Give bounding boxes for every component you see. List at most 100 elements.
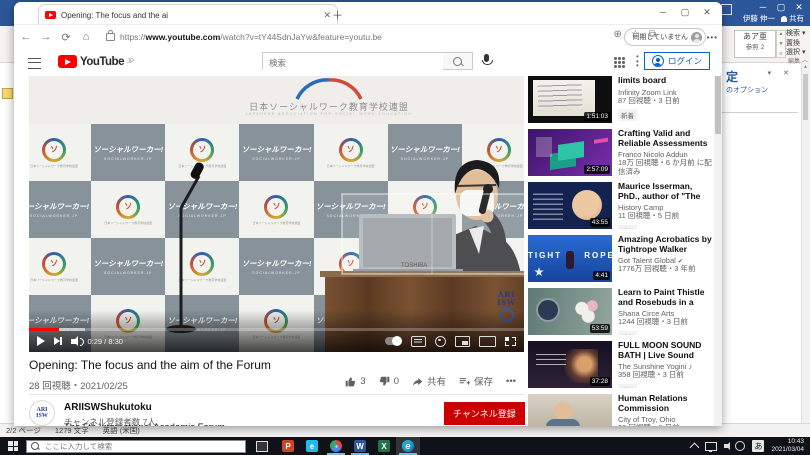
like-button[interactable]: 3 xyxy=(345,376,365,387)
divider xyxy=(29,394,524,395)
ime-mode-indicator[interactable]: あ xyxy=(752,440,764,452)
taskbar-search[interactable] xyxy=(26,440,246,453)
browser-maximize-button[interactable]: ▢ xyxy=(674,4,696,20)
home-icon[interactable]: ⌂ xyxy=(78,29,94,45)
search-input[interactable] xyxy=(263,55,443,71)
dislike-button[interactable]: 0 xyxy=(379,376,399,387)
video-title: Learn to Paint Thistle and Rosebuds in a… xyxy=(618,288,712,307)
style-gallery-scroll[interactable]: ▲▼≡ xyxy=(776,30,786,58)
browser-menu-icon[interactable]: ••• xyxy=(707,33,718,42)
chrome-icon[interactable] xyxy=(324,437,348,455)
subtitles-icon[interactable] xyxy=(411,336,426,347)
fullscreen-icon[interactable] xyxy=(505,337,516,346)
excel-icon[interactable]: X xyxy=(372,437,396,455)
page-scrollbar[interactable] xyxy=(714,48,722,426)
menu-icon[interactable] xyxy=(28,58,41,69)
more-actions-icon[interactable]: ••• xyxy=(506,376,516,387)
taskbar-search-input[interactable] xyxy=(43,441,241,452)
display-icon[interactable] xyxy=(705,442,717,451)
subscribe-button[interactable]: チャンネル登録 xyxy=(444,402,525,425)
word-replace-button[interactable]: 置換 xyxy=(786,39,808,49)
video-thumbnail[interactable]: 43:55 xyxy=(528,182,612,229)
tab-close-icon[interactable]: ✕ xyxy=(323,10,331,21)
taskbar-clock[interactable]: 10:43 2021/03/04 xyxy=(771,438,804,454)
internet-explorer-icon[interactable]: e xyxy=(300,437,324,455)
video-thumbnail[interactable]: 37:28 xyxy=(528,341,612,388)
profile-button[interactable]: 同期していません xyxy=(624,28,706,46)
video-thumbnail[interactable]: 1:14:47 xyxy=(528,394,612,426)
new-tab-button[interactable]: ＋ xyxy=(332,7,343,23)
browser-close-button[interactable]: ✕ xyxy=(696,4,718,20)
login-button[interactable]: ログイン xyxy=(644,52,710,70)
word-close-button[interactable]: ✕ xyxy=(792,0,806,14)
apps-grid-icon[interactable] xyxy=(614,57,625,68)
speaker-icon[interactable] xyxy=(724,444,728,448)
word-scrollbar[interactable]: ▲ xyxy=(801,62,810,424)
video-thumbnail[interactable]: TIGHT ROPE4:41 xyxy=(528,235,612,282)
tray-app-icon[interactable] xyxy=(735,441,745,451)
edge-icon[interactable]: e xyxy=(396,437,420,455)
word-find-button[interactable]: 検索 ▾ xyxy=(786,29,808,39)
word-icon[interactable]: W xyxy=(348,437,372,455)
suggestion-video[interactable]: 1:14:47Human Relations Commission Commun… xyxy=(528,394,712,426)
suggestion-video[interactable]: 1:51:03limits boardInfinity Zoom Link87 … xyxy=(528,76,712,123)
word-ribbon-display-icon[interactable] xyxy=(721,4,732,15)
word-minimize-button[interactable]: ─ xyxy=(756,0,770,14)
search-icon xyxy=(31,442,39,450)
forward-icon[interactable]: → xyxy=(38,29,54,45)
youtube-logo[interactable]: YouTube JP xyxy=(58,55,134,68)
suggestion-video[interactable]: 53:59 Learn to Paint Thistle and Rosebuds… xyxy=(528,288,712,335)
sync-status: 同期していません xyxy=(632,32,688,42)
word-language[interactable]: 英語 (米国) xyxy=(103,425,140,436)
video-player[interactable]: ソ日本ソーシャルワーク教育学校連盟ソーシャルワーカー!SOCIALWORKER.… xyxy=(29,76,524,352)
browser-window-controls: ─ ▢ ✕ xyxy=(652,4,718,20)
suggestion-video[interactable]: 37:28FULL MOON SOUND BATH | Live Sound J… xyxy=(528,341,712,388)
word-pane-controls[interactable]: ▾ ✕ xyxy=(768,69,794,77)
theater-mode-icon[interactable] xyxy=(479,336,496,347)
search-button[interactable] xyxy=(443,52,473,70)
share-button[interactable]: 共有 xyxy=(412,374,446,388)
more-options-icon[interactable]: ••• xyxy=(636,55,639,69)
suggestion-video[interactable]: 43:55Maurice Isserman, PhD., author of "… xyxy=(528,182,712,229)
address-bar[interactable]: https://www.youtube.com/watch?v=tY44SdnJ… xyxy=(100,28,578,46)
next-icon[interactable] xyxy=(54,337,62,345)
video-thumbnail[interactable]: 2:57:09 xyxy=(528,129,612,176)
word-style-gallery[interactable]: あア亜 参照 2 xyxy=(734,30,776,58)
settings-gear-icon[interactable] xyxy=(435,336,446,347)
suggestion-video[interactable]: TIGHT ROPE4:41Amazing Acrobatics by Tigh… xyxy=(528,235,712,282)
word-maximize-button[interactable]: ▢ xyxy=(774,0,788,14)
word-share-button[interactable]: 共有 xyxy=(781,13,804,24)
video-thumbnail[interactable]: 1:51:03 xyxy=(528,76,612,123)
save-button[interactable]: 保存 xyxy=(459,374,493,388)
scroll-up-icon[interactable]: ▲ xyxy=(803,64,808,70)
hidden-icons-chevron[interactable] xyxy=(690,442,700,452)
browser-window: Opening: The focus and the ai ✕ ＋ ─ ▢ ✕ … xyxy=(14,2,722,426)
browser-tab[interactable]: Opening: The focus and the ai ✕ xyxy=(38,4,338,25)
person-icon xyxy=(781,16,787,22)
word-page-count[interactable]: 2/2 ページ xyxy=(6,425,41,436)
channel-name[interactable]: ARIISWShukutoku xyxy=(64,402,152,413)
progress-bar[interactable] xyxy=(29,328,524,331)
autoplay-toggle[interactable] xyxy=(385,337,402,345)
word-pane-link[interactable]: のオプション xyxy=(726,85,768,95)
suggestion-video[interactable]: 2:57:09Crafting Valid and Reliable Asses… xyxy=(528,129,712,176)
refresh-icon[interactable]: ⟳ xyxy=(58,29,74,45)
powerpoint-icon[interactable]: P xyxy=(276,437,300,455)
back-icon[interactable]: ← xyxy=(18,29,34,45)
search-box[interactable] xyxy=(262,52,444,70)
word-left-edge-icon xyxy=(2,88,13,99)
video-thumbnail[interactable]: 53:59 xyxy=(528,288,612,335)
task-view-button[interactable] xyxy=(250,437,274,455)
browser-minimize-button[interactable]: ─ xyxy=(652,4,674,20)
play-icon[interactable] xyxy=(37,336,45,346)
channel-avatar[interactable]: ARIISW xyxy=(29,400,55,426)
thumb-down-icon xyxy=(379,376,390,387)
zoom-icon[interactable]: ⊕ xyxy=(614,29,622,40)
voice-search-button[interactable] xyxy=(482,54,491,68)
miniplayer-icon[interactable] xyxy=(455,336,470,347)
start-button[interactable] xyxy=(0,437,26,455)
volume-icon[interactable] xyxy=(71,339,76,344)
word-word-count[interactable]: 1279 文字 xyxy=(55,425,89,436)
duration-badge: 53:59 xyxy=(590,324,610,333)
new-badge: 新着 xyxy=(618,225,637,230)
